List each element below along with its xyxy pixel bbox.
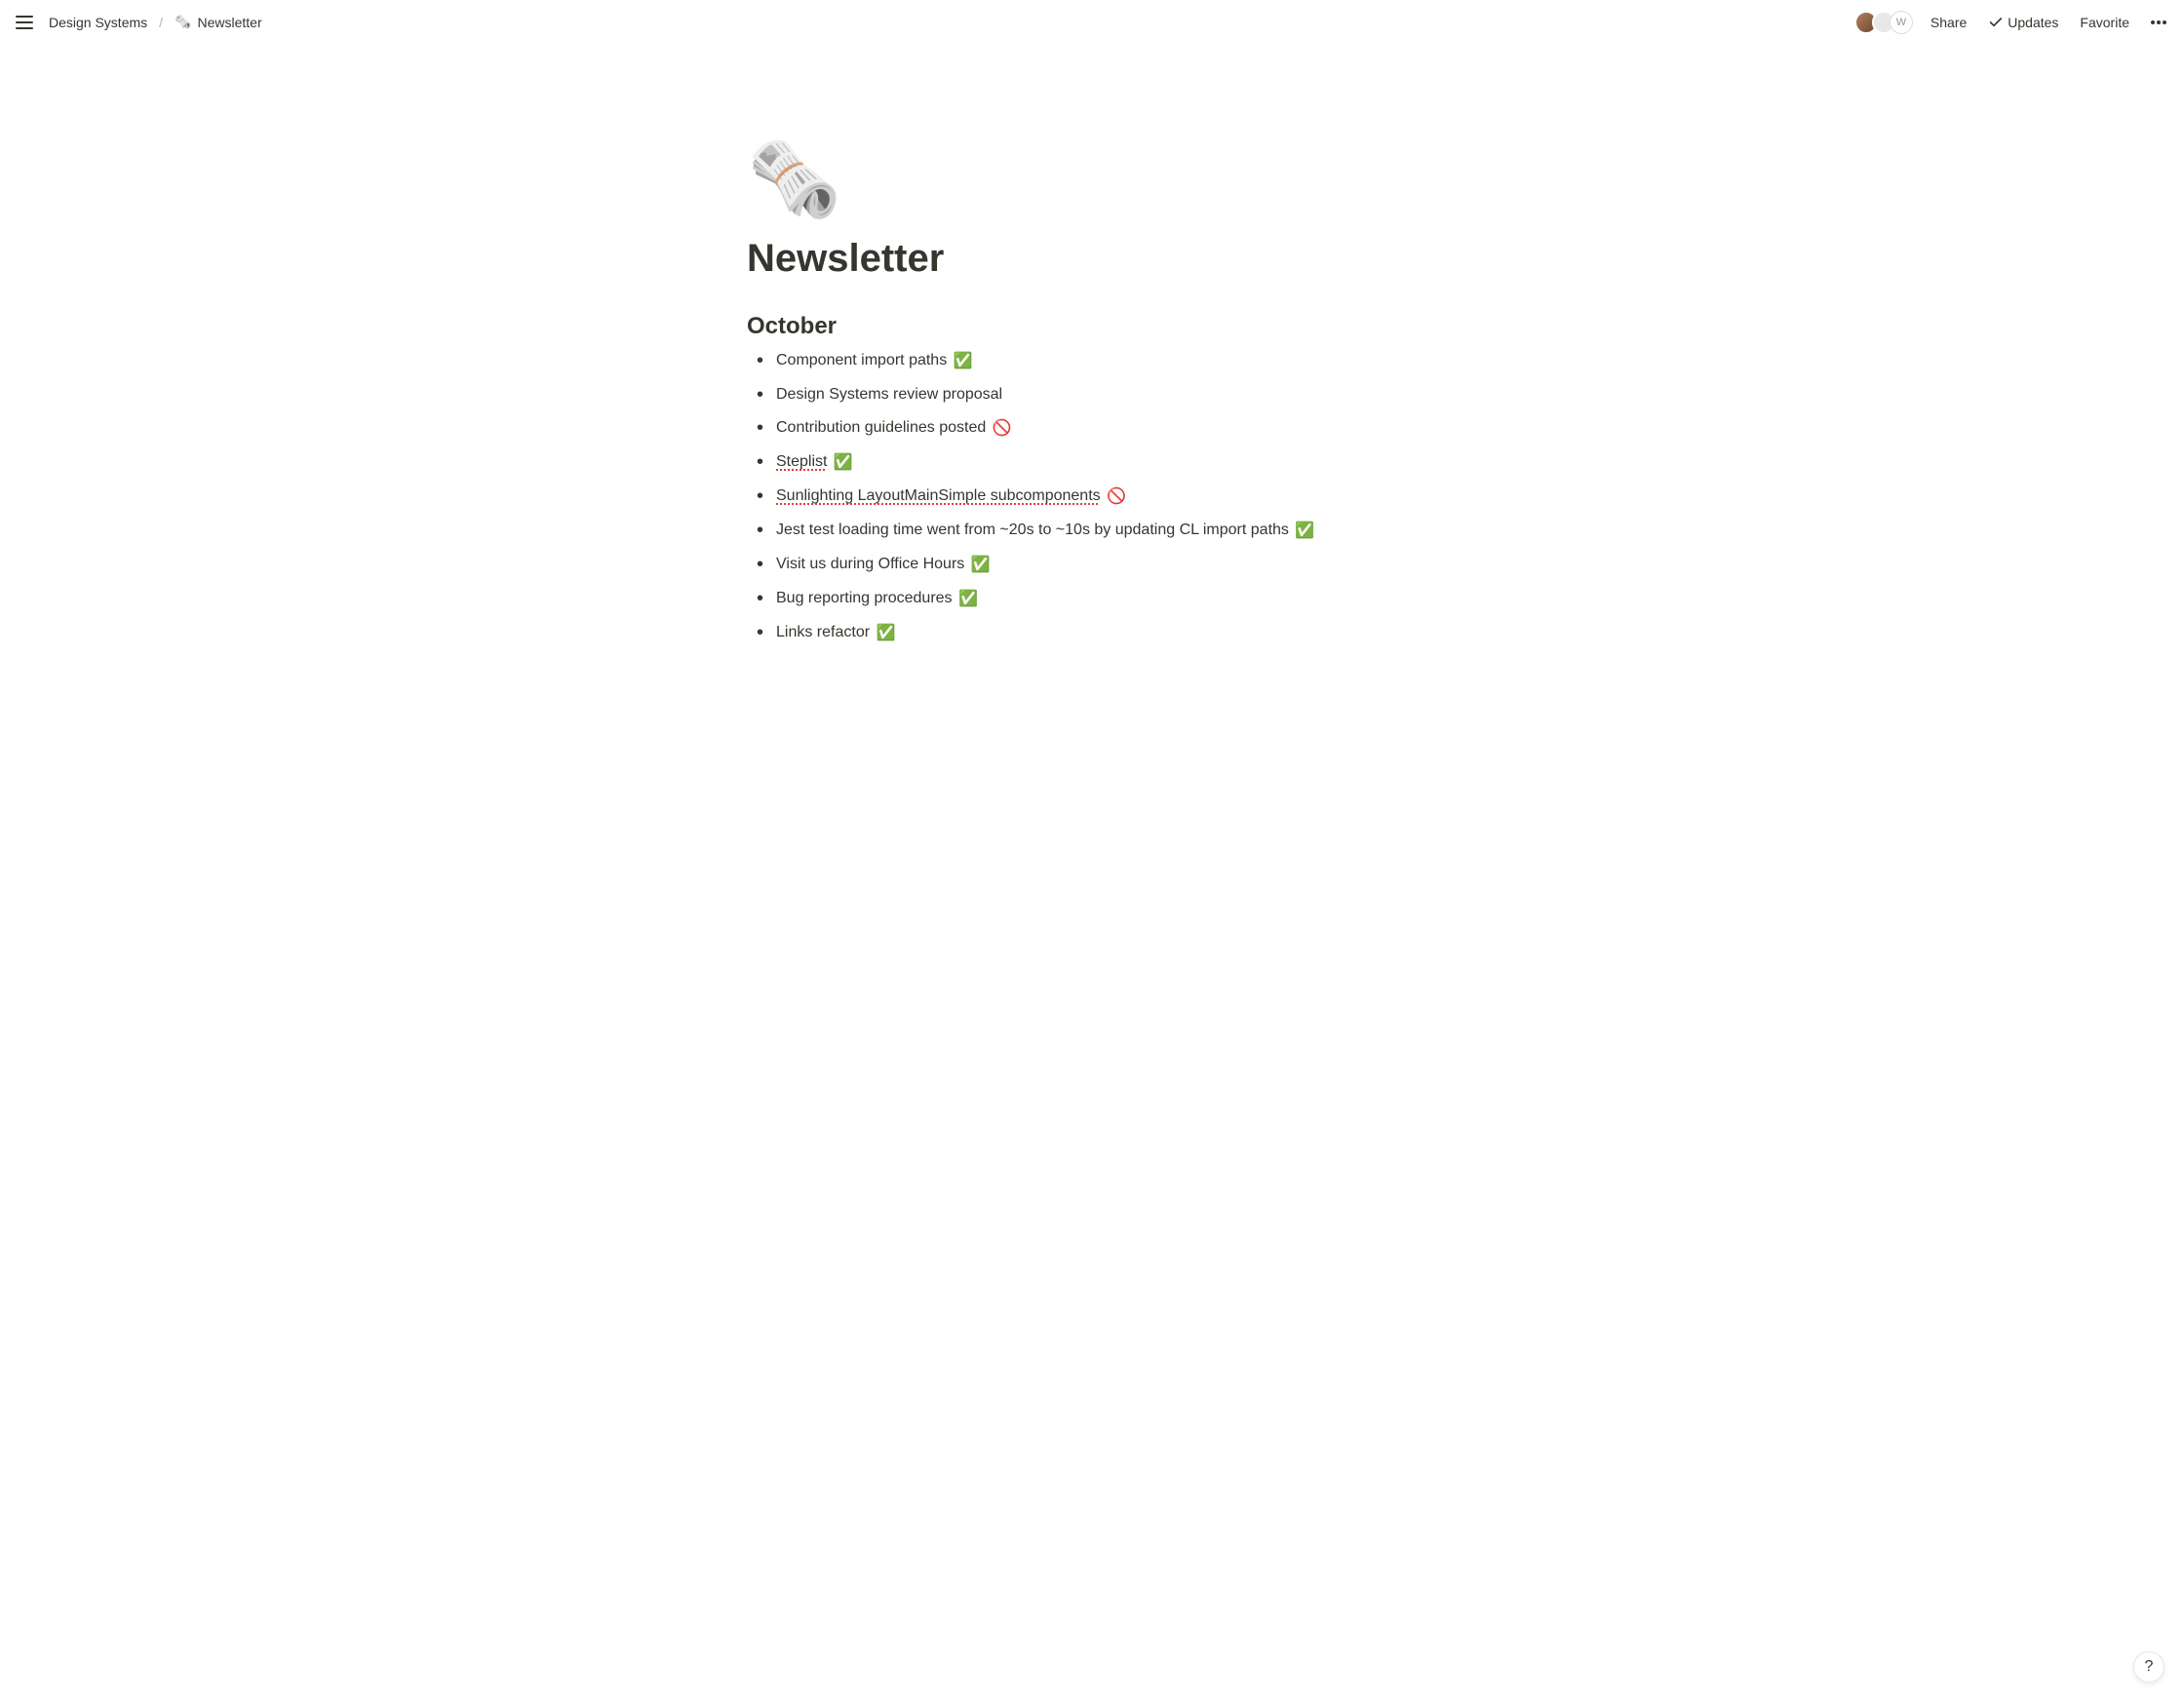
- favorite-button[interactable]: Favorite: [2076, 13, 2133, 32]
- avatar[interactable]: W: [1890, 11, 1913, 34]
- list-item[interactable]: Bug reporting procedures ✅: [749, 582, 1437, 616]
- list-item-text: Steplist: [776, 453, 827, 470]
- updates-label: Updates: [2008, 15, 2058, 30]
- help-label: ?: [2145, 1658, 2154, 1676]
- list-item[interactable]: Steplist ✅: [749, 445, 1437, 480]
- list-item[interactable]: Links refactor ✅: [749, 616, 1437, 650]
- help-button[interactable]: ?: [2133, 1651, 2164, 1683]
- more-menu-icon[interactable]: [2147, 15, 2170, 30]
- list-item-text: Jest test loading time went from ~20s to…: [776, 522, 1289, 538]
- updates-button[interactable]: Updates: [1984, 13, 2062, 32]
- list-item[interactable]: Contribution guidelines posted 🚫: [749, 411, 1437, 445]
- topbar-left: Design Systems / 🗞️ Newsletter: [14, 12, 268, 33]
- newspaper-icon: 🗞️: [747, 136, 841, 222]
- list-item-text: Component import paths: [776, 352, 947, 368]
- page-content: 🗞️ Newsletter October Component import p…: [747, 44, 1437, 806]
- page-title[interactable]: Newsletter: [747, 235, 1437, 282]
- page-icon[interactable]: 🗞️: [747, 141, 823, 217]
- breadcrumb-separator: /: [159, 15, 163, 30]
- status-icon: ✅: [877, 625, 896, 641]
- breadcrumb-parent-label: Design Systems: [49, 15, 147, 30]
- topbar: Design Systems / 🗞️ Newsletter W Share U…: [0, 0, 2184, 44]
- list-item-text: Contribution guidelines posted: [776, 419, 986, 436]
- list-item-text: Links refactor: [776, 624, 870, 640]
- breadcrumb-parent[interactable]: Design Systems: [43, 13, 153, 32]
- list-item[interactable]: Jest test loading time went from ~20s to…: [749, 514, 1437, 548]
- list-item[interactable]: Visit us during Office Hours ✅: [749, 548, 1437, 582]
- status-icon: ✅: [971, 557, 991, 573]
- status-icon: ✅: [958, 591, 978, 607]
- presence-avatars[interactable]: W: [1854, 11, 1913, 34]
- share-button[interactable]: Share: [1927, 13, 1970, 32]
- breadcrumbs: Design Systems / 🗞️ Newsletter: [43, 12, 268, 32]
- favorite-label: Favorite: [2080, 15, 2129, 30]
- list-item-text: Design Systems review proposal: [776, 386, 1002, 403]
- status-icon: ✅: [954, 353, 973, 369]
- section-heading[interactable]: October: [747, 313, 1437, 340]
- list-item[interactable]: Component import paths ✅: [749, 344, 1437, 378]
- status-icon: ✅: [1295, 522, 1314, 539]
- menu-toggle-icon[interactable]: [14, 12, 35, 33]
- topbar-right: W Share Updates Favorite: [1854, 11, 2170, 34]
- status-icon: ✅: [834, 454, 853, 471]
- status-icon: 🚫: [1107, 488, 1126, 505]
- list-item-text: Visit us during Office Hours: [776, 556, 964, 572]
- list-item-text: Bug reporting procedures: [776, 590, 953, 606]
- list-item-text: Sunlighting LayoutMainSimple subcomponen…: [776, 487, 1101, 504]
- avatar-initial: W: [1896, 17, 1906, 28]
- bullet-list: Component import paths ✅ Design Systems r…: [747, 344, 1437, 650]
- checkmark-icon: [1988, 15, 2004, 30]
- breadcrumb-current-label: Newsletter: [197, 15, 261, 30]
- breadcrumb-current[interactable]: 🗞️ Newsletter: [169, 12, 268, 32]
- newspaper-icon: 🗞️: [175, 14, 191, 30]
- share-label: Share: [1930, 15, 1967, 30]
- status-icon: 🚫: [993, 420, 1012, 437]
- list-item[interactable]: Design Systems review proposal: [749, 378, 1437, 411]
- list-item[interactable]: Sunlighting LayoutMainSimple subcomponen…: [749, 480, 1437, 514]
